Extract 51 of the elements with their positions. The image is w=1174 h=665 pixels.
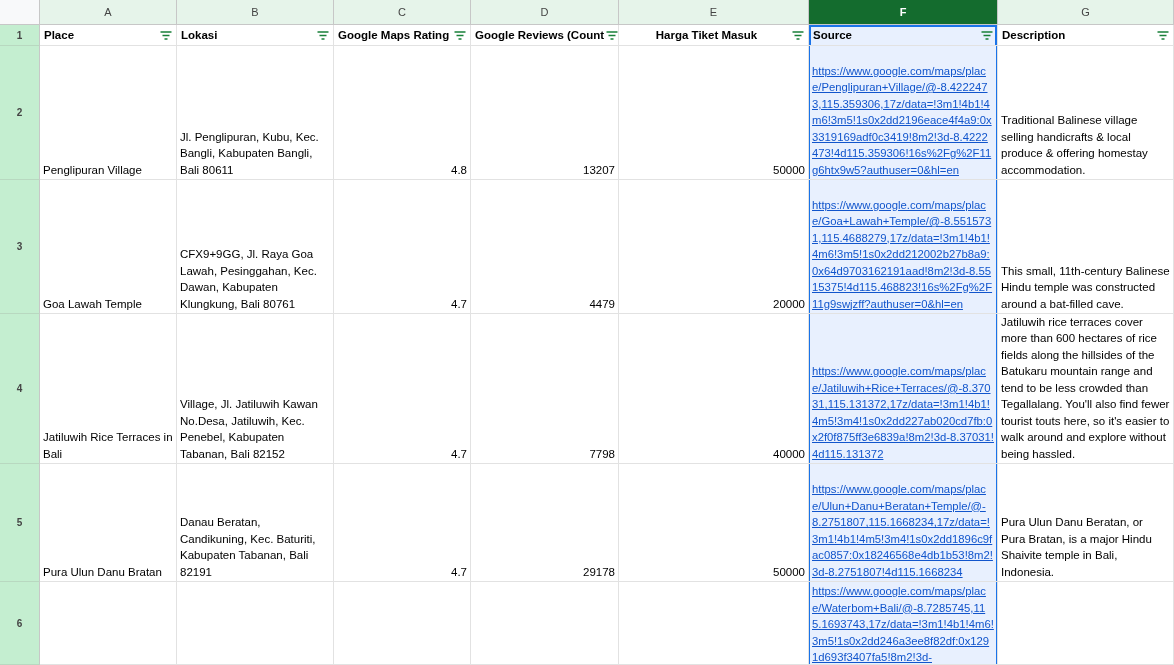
table-cell-text: 40000 [772,446,805,462]
header-cell: Description [1002,29,1066,41]
filter-icon[interactable] [160,30,172,40]
table-cell-text: Jl. Penglipuran, Kubu, Kec. Bangli, Kabupaten Bangli, Bali 80611 [180,129,320,178]
row-header[interactable]: 3 [0,180,40,314]
row-header[interactable]: 1 [0,25,40,46]
column-header[interactable]: F [809,0,998,25]
table-cell: Jatiluwih rice terraces cover more than 600 hectares of rice fields along the hillsides of the Batukaru mountain range and tend to be less crowded than Tegallalang. You'll also find fewer tourist touts here, so it's easier to walk around and explore without being hassled. [1001,314,1170,462]
column-header[interactable]: E [619,0,809,25]
row-header[interactable]: 2 [0,46,40,180]
column-header[interactable]: G [998,0,1174,25]
filter-icon[interactable] [606,30,618,40]
column-header[interactable]: D [471,0,619,25]
table-cell-text: 4.8 [450,162,467,178]
table-cell-text: 7798 [588,446,615,462]
column-header[interactable]: B [177,0,334,25]
table-cell-text: Penglipuran Village [43,162,143,178]
filter-icon[interactable] [454,30,466,40]
filter-icon[interactable] [981,30,993,40]
table-cell-text: Pura Ulun Danu Beratan, or Pura Bratan, is a major Hindu Shaivite temple in Bali, Indonesia. [1001,515,1153,580]
header-cell: Place [44,29,75,41]
table-cell-text: 13207 [582,162,615,178]
table-cell-text: Jatiluwih Rice Terraces in Bali [43,430,173,462]
table-cell-text: Pura Ulun Danu Bratan [43,564,163,580]
filter-icon[interactable] [317,30,329,40]
filter-icon[interactable] [792,30,804,40]
header-cell: Google Maps Rating [338,29,450,41]
table-cell-text: This small, 11th-century Balinese Hindu temple was constructed around a bat-filled cave. [1001,263,1170,312]
table-cell-text: Goa Lawah Temple [43,296,143,312]
column-header[interactable]: C [334,0,471,25]
header-cell: Lokasi [181,29,218,41]
table-cell-text: Village, Jl. Jatiluwih Kawan No.Desa, Jatiluwih, Kec. Penebel, Kabupaten Tabanan, Bali 82152 [180,397,319,462]
table-cell-text: 29178 [582,564,615,580]
table-cell-text: 4.7 [450,296,467,312]
table-cell-text: Danau Beratan, Candikuning, Kec. Baturiti, Kabupaten Tabanan, Bali 82191 [180,515,317,580]
table-cell-text: Traditional Balinese village selling handicrafts & local produce & offering homestay accommodation. [1001,113,1149,178]
column-header[interactable]: A [40,0,177,25]
table-cell-text: CFX9+9GG, Jl. Raya Goa Lawah, Pesinggahan, Kec. Dawan, Kabupaten Klungkung, Bali 80761 [180,247,318,312]
header-cell: Google Reviews (Count [475,29,605,41]
header-cell: Source [813,29,852,41]
table-cell-text: 4479 [588,296,615,312]
filter-icon[interactable] [1157,30,1169,40]
header-cell-text: Harga Tiket Masuk [654,29,759,41]
row-header[interactable]: 4 [0,314,40,464]
table-cell-text: 20000 [772,296,805,312]
table-cell-text: 50000 [772,564,805,580]
table-cell-text: 50000 [772,162,805,178]
table-cell-text: 4.7 [450,564,467,580]
row-header[interactable]: 5 [0,464,40,582]
row-header[interactable]: 6 [0,582,40,665]
table-cell-text: 4.7 [450,446,467,462]
